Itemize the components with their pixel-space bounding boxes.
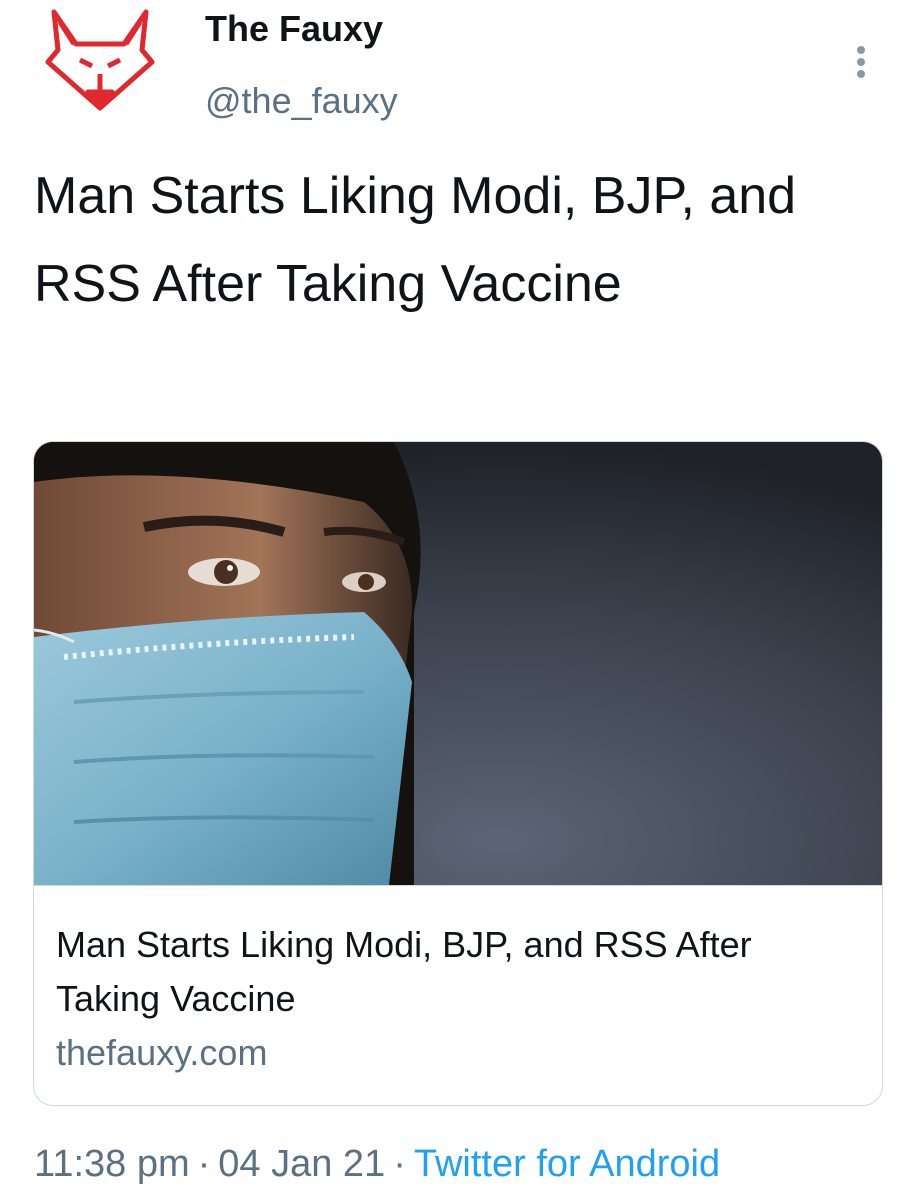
man-in-surgical-mask-photo	[34, 442, 882, 885]
author-name[interactable]: The Fauxy	[205, 8, 383, 50]
tweet-text: Man Starts Liking Modi, BJP, and RSS Aft…	[34, 167, 797, 313]
link-preview-card[interactable]: Man Starts Liking Modi, BJP, and RSS Aft…	[33, 441, 883, 1106]
tweet-metadata: 11:38 pm · 04 Jan 21 · Twitter for Android	[34, 1143, 720, 1186]
meta-separator: ·	[393, 1143, 406, 1185]
more-vertical-icon[interactable]	[846, 42, 876, 82]
card-divider	[34, 885, 882, 886]
tweet-time[interactable]: 11:38 pm	[34, 1143, 190, 1185]
card-title[interactable]: Man Starts Liking Modi, BJP, and RSS Aft…	[56, 918, 856, 1026]
meta-separator: ·	[197, 1143, 211, 1185]
card-domain[interactable]: thefauxy.com	[56, 1032, 267, 1074]
tweet-source-link[interactable]: Twitter for Android	[414, 1143, 720, 1185]
fox-logo-icon[interactable]	[40, 0, 160, 120]
tweet-date[interactable]: 04 Jan 21	[218, 1143, 385, 1185]
tweet-header: The Fauxy @the_fauxy	[0, 0, 905, 140]
author-handle[interactable]: @the_fauxy	[205, 80, 398, 122]
